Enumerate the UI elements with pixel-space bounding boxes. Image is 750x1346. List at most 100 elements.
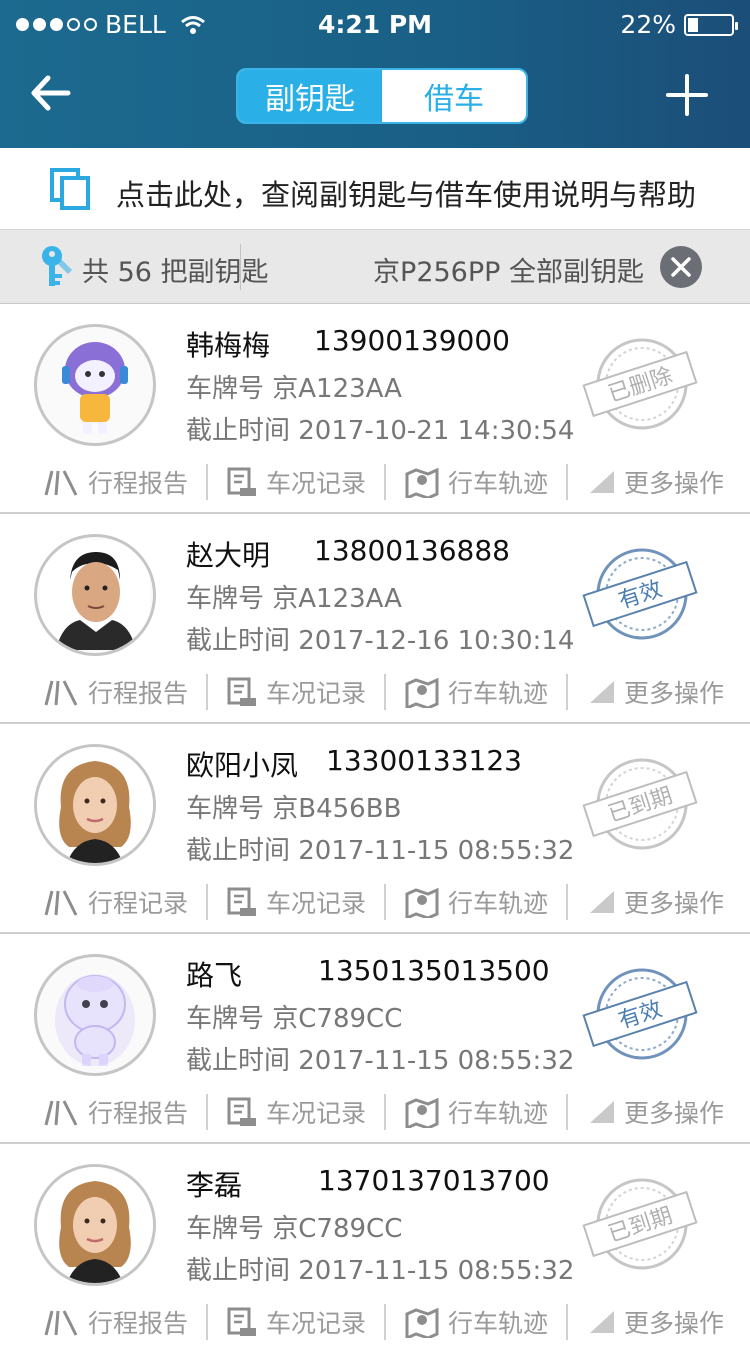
action-label: 更多操作 bbox=[624, 1099, 725, 1128]
action-label: 行车轨迹 bbox=[448, 469, 549, 498]
triangle-more-icon bbox=[590, 1101, 615, 1123]
action-label: 更多操作 bbox=[624, 1309, 725, 1338]
trip-report-button[interactable]: 行程报告 bbox=[42, 1094, 188, 1130]
list-item[interactable]: 赵大明 13800136888 车牌号 京A123AA 截止时间 2017-12… bbox=[0, 514, 750, 724]
track-button[interactable]: 行车轨迹 bbox=[404, 884, 548, 920]
action-divider bbox=[384, 1094, 387, 1130]
list-item[interactable]: 路飞 1350135013500 车牌号 京C789CC 截止时间 2017-1… bbox=[0, 934, 750, 1144]
action-label: 行车轨迹 bbox=[448, 889, 549, 918]
key-summary-bar: 共 56 把副钥匙 京P256PP 全部副钥匙 bbox=[0, 230, 750, 304]
action-divider bbox=[566, 1094, 569, 1130]
route-icon bbox=[44, 1100, 78, 1126]
back-arrow-icon[interactable] bbox=[26, 68, 76, 118]
expire-time: 截止时间 2017-11-15 08:55:32 bbox=[186, 1256, 575, 1286]
action-label: 车况记录 bbox=[266, 1099, 367, 1128]
avatar bbox=[34, 1164, 156, 1286]
car-status-button[interactable]: 车况记录 bbox=[226, 884, 366, 920]
robot-avatar-icon bbox=[62, 342, 128, 434]
expire-time: 截止时间 2017-11-15 08:55:32 bbox=[186, 836, 575, 866]
user-phone: 1350135013500 bbox=[318, 954, 550, 987]
trip-report-button[interactable]: 行程报告 bbox=[42, 464, 188, 500]
action-label: 车况记录 bbox=[266, 469, 367, 498]
action-label: 车况记录 bbox=[266, 1309, 367, 1338]
action-divider bbox=[566, 464, 569, 500]
person-avatar-icon bbox=[37, 1167, 153, 1283]
action-divider bbox=[206, 884, 209, 920]
close-icon[interactable] bbox=[660, 246, 702, 288]
track-button[interactable]: 行车轨迹 bbox=[404, 674, 548, 710]
tab-segment: 副钥匙 借车 bbox=[236, 68, 528, 124]
map-track-icon bbox=[405, 1307, 439, 1338]
action-divider bbox=[206, 464, 209, 500]
user-phone: 1370137013700 bbox=[318, 1164, 550, 1197]
plate-number: 车牌号 京C789CC bbox=[186, 1004, 403, 1034]
sub-key-list: 韩梅梅 13900139000 车牌号 京A123AA 截止时间 2017-10… bbox=[0, 304, 750, 1346]
more-actions-button[interactable]: 更多操作 bbox=[586, 464, 724, 500]
plate-filter[interactable]: 京P256PP 全部副钥匙 bbox=[373, 250, 644, 289]
help-banner[interactable]: 点击此处，查阅副钥匙与借车使用说明与帮助 bbox=[0, 148, 750, 230]
car-status-button[interactable]: 车况记录 bbox=[226, 464, 366, 500]
route-icon bbox=[44, 1310, 78, 1336]
user-name: 路飞 bbox=[186, 959, 243, 992]
list-item[interactable]: 韩梅梅 13900139000 车牌号 京A123AA 截止时间 2017-10… bbox=[0, 304, 750, 514]
deleted-stamp-icon: 已删除 bbox=[582, 338, 698, 430]
valid-stamp-icon: 有效 bbox=[582, 968, 698, 1060]
track-button[interactable]: 行车轨迹 bbox=[404, 1304, 548, 1340]
action-divider bbox=[206, 674, 209, 710]
more-actions-button[interactable]: 更多操作 bbox=[586, 1094, 724, 1130]
help-text: 点击此处，查阅副钥匙与借车使用说明与帮助 bbox=[116, 178, 697, 212]
avatar bbox=[34, 954, 156, 1076]
action-divider bbox=[384, 1304, 387, 1340]
plate-number: 车牌号 京A123AA bbox=[186, 374, 402, 404]
action-label: 车况记录 bbox=[266, 889, 367, 918]
tab-borrow-car[interactable]: 借车 bbox=[382, 70, 526, 122]
avatar bbox=[34, 324, 156, 446]
route-icon bbox=[44, 890, 78, 916]
track-button[interactable]: 行车轨迹 bbox=[404, 464, 548, 500]
triangle-more-icon bbox=[590, 1311, 615, 1333]
item-actions: 行程记录 车况记录 行车轨迹 更多操作 bbox=[0, 882, 750, 922]
avatar bbox=[34, 534, 156, 656]
action-label: 行程报告 bbox=[88, 1099, 189, 1128]
map-track-icon bbox=[405, 1097, 439, 1128]
item-actions: 行程报告 车况记录 行车轨迹 更多操作 bbox=[0, 462, 750, 502]
tab-sub-key[interactable]: 副钥匙 bbox=[238, 70, 382, 122]
plate-number: 车牌号 京C789CC bbox=[186, 1214, 403, 1244]
cartoon-avatar-icon bbox=[55, 974, 135, 1066]
action-divider bbox=[206, 1094, 209, 1130]
plate-number: 车牌号 京A123AA bbox=[186, 584, 402, 614]
action-label: 行车轨迹 bbox=[448, 1309, 549, 1338]
action-label: 行程报告 bbox=[88, 1309, 189, 1338]
car-status-button[interactable]: 车况记录 bbox=[226, 1304, 366, 1340]
expired-stamp-icon: 已到期 bbox=[582, 758, 698, 850]
expire-time: 截止时间 2017-10-21 14:30:54 bbox=[186, 416, 575, 446]
action-label: 车况记录 bbox=[266, 679, 367, 708]
user-name: 赵大明 bbox=[186, 539, 271, 572]
user-name: 韩梅梅 bbox=[186, 329, 271, 362]
action-label: 更多操作 bbox=[624, 679, 725, 708]
expire-time: 截止时间 2017-11-15 08:55:32 bbox=[186, 1046, 575, 1076]
nav-header: BELL 4:21 PM 22% 副钥匙 借车 bbox=[0, 0, 750, 148]
avatar bbox=[34, 744, 156, 866]
list-item[interactable]: 李磊 1370137013700 车牌号 京C789CC 截止时间 2017-1… bbox=[0, 1144, 750, 1346]
car-status-button[interactable]: 车况记录 bbox=[226, 674, 366, 710]
trip-record-button[interactable]: 行程记录 bbox=[42, 884, 188, 920]
action-label: 行程记录 bbox=[88, 889, 189, 918]
trip-report-button[interactable]: 行程报告 bbox=[42, 1304, 188, 1340]
triangle-more-icon bbox=[590, 681, 615, 703]
user-phone: 13900139000 bbox=[314, 324, 510, 357]
car-status-button[interactable]: 车况记录 bbox=[226, 1094, 366, 1130]
track-button[interactable]: 行车轨迹 bbox=[404, 1094, 548, 1130]
more-actions-button[interactable]: 更多操作 bbox=[586, 884, 724, 920]
copy-icon bbox=[50, 168, 90, 210]
more-actions-button[interactable]: 更多操作 bbox=[586, 674, 724, 710]
action-label: 行车轨迹 bbox=[448, 1099, 549, 1128]
trip-report-button[interactable]: 行程报告 bbox=[42, 674, 188, 710]
add-icon[interactable] bbox=[664, 72, 710, 118]
person-avatar-icon bbox=[37, 747, 153, 863]
list-item[interactable]: 欧阳小凤 13300133123 车牌号 京B456BB 截止时间 2017-1… bbox=[0, 724, 750, 934]
more-actions-button[interactable]: 更多操作 bbox=[586, 1304, 724, 1340]
plate-number: 车牌号 京B456BB bbox=[186, 794, 402, 824]
action-divider bbox=[566, 884, 569, 920]
action-label: 行车轨迹 bbox=[448, 679, 549, 708]
